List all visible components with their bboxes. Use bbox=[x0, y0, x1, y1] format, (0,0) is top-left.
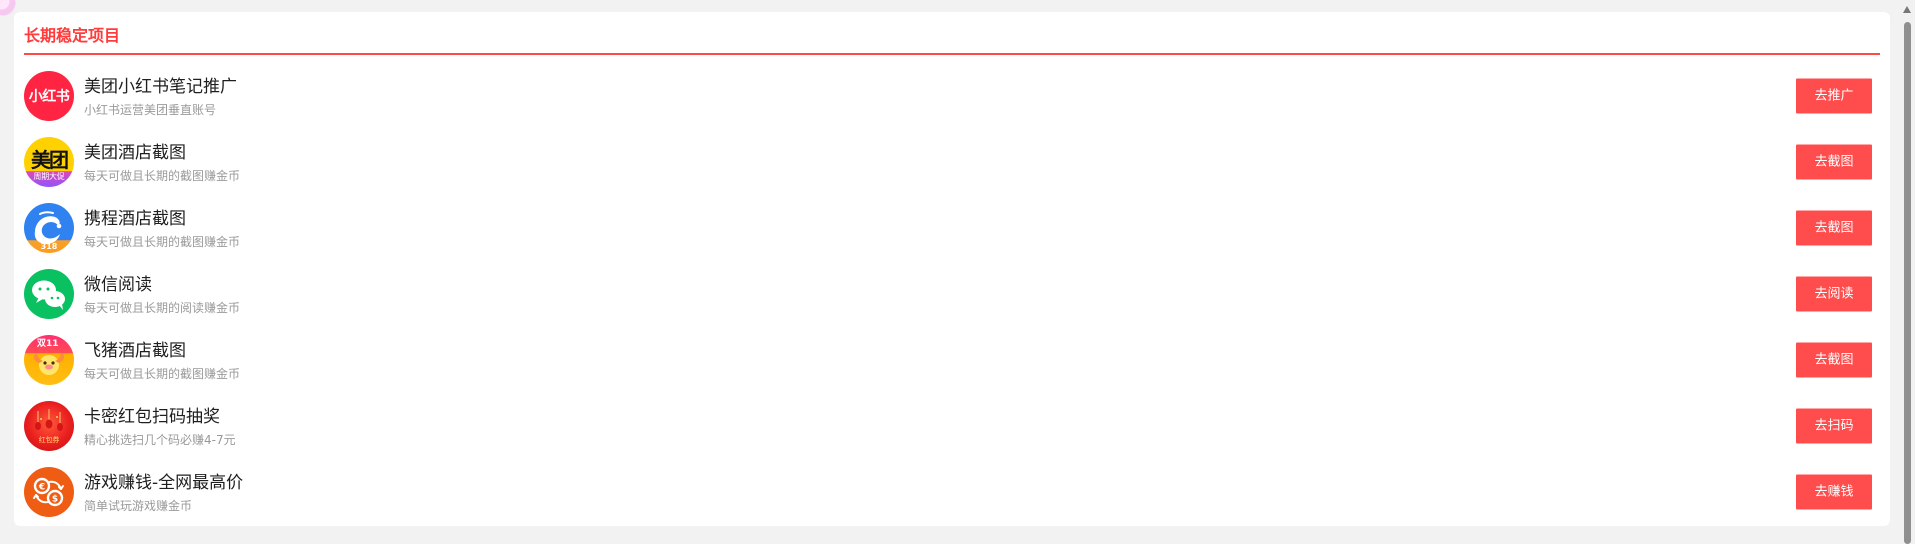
project-item-description: 精心挑选扫几个码必赚4-7元 bbox=[84, 433, 236, 447]
project-item-title: 飞猪酒店截图 bbox=[84, 341, 186, 361]
meituan-logo-subtext: 周期大促 bbox=[33, 172, 65, 181]
project-item-text: 微信阅读 每天可做且长期的阅读赚金币 bbox=[84, 271, 240, 317]
vertical-scrollbar[interactable] bbox=[1900, 0, 1915, 544]
meituan-logo-icon: 美团 周期大促 bbox=[24, 137, 74, 187]
xiaohongshu-logo-text: 小红书 bbox=[28, 89, 70, 105]
long-term-projects-card: 长期稳定项目 小红书 美团小红书笔记推广 小红书运营美团垂直账号 去推广 美团 … bbox=[14, 12, 1890, 526]
scan-button[interactable]: 去扫码 bbox=[1796, 408, 1872, 444]
svg-text:$: $ bbox=[52, 495, 58, 505]
screenshot-button[interactable]: 去截图 bbox=[1796, 144, 1872, 180]
project-item-text: 携程酒店截图 每天可做且长期的截图赚金币 bbox=[84, 205, 240, 251]
project-item-wechat-reading: 微信阅读 每天可做且长期的阅读赚金币 去阅读 bbox=[24, 261, 1880, 327]
decorative-corner-bubble bbox=[0, 0, 16, 16]
screenshot-button[interactable]: 去截图 bbox=[1796, 210, 1872, 246]
project-item-text: 卡密红包扫码抽奖 精心挑选扫几个码必赚4-7元 bbox=[84, 403, 236, 449]
scroll-up-arrow-icon[interactable] bbox=[1903, 6, 1911, 13]
project-item-description: 每天可做且长期的截图赚金币 bbox=[84, 367, 241, 381]
scrollbar-thumb[interactable] bbox=[1904, 22, 1911, 544]
project-item-description: 简单试玩游戏赚金币 bbox=[84, 499, 193, 513]
section-title: 长期稳定项目 bbox=[24, 26, 121, 45]
project-item-text: 飞猪酒店截图 每天可做且长期的截图赚金币 bbox=[84, 337, 240, 383]
project-item-title: 游戏赚钱-全网最高价 bbox=[84, 473, 244, 493]
project-item-meituan-hotel-screenshot: 美团 周期大促 美团酒店截图 每天可做且长期的截图赚金币 去截图 bbox=[24, 129, 1880, 195]
red-packet-logo-text: 红包券 bbox=[38, 436, 60, 444]
project-item-title: 卡密红包扫码抽奖 bbox=[84, 407, 220, 427]
money-exchange-logo-icon: € $ bbox=[24, 467, 74, 517]
project-item-description: 每天可做且长期的截图赚金币 bbox=[84, 235, 241, 249]
project-item-text: 美团酒店截图 每天可做且长期的截图赚金币 bbox=[84, 139, 240, 185]
red-packet-logo-icon: 红包券 bbox=[24, 401, 74, 451]
meituan-logo-text: 美团 bbox=[31, 148, 69, 172]
page: 长期稳定项目 小红书 美团小红书笔记推广 小红书运营美团垂直账号 去推广 美团 … bbox=[0, 0, 1915, 544]
ctrip-logo-badge: 318 bbox=[40, 242, 58, 251]
xiaohongshu-logo-icon: 小红书 bbox=[24, 71, 74, 121]
project-item-fliggy-hotel-screenshot: 双11 飞猪酒店截图 每天可做且长期的截图赚金币 去截图 bbox=[24, 327, 1880, 393]
promote-button[interactable]: 去推广 bbox=[1796, 78, 1872, 114]
project-item-red-packet-scan: 红包券 卡密红包扫码抽奖 精心挑选扫几个码必赚4-7元 去扫码 bbox=[24, 393, 1880, 459]
project-item-text: 游戏赚钱-全网最高价 简单试玩游戏赚金币 bbox=[84, 469, 243, 515]
project-item-ctrip-hotel-screenshot: 318 携程酒店截图 每天可做且长期的截图赚金币 去截图 bbox=[24, 195, 1880, 261]
project-item-title: 美团酒店截图 bbox=[84, 143, 186, 163]
project-item-title: 美团小红书笔记推广 bbox=[84, 77, 237, 97]
project-item-text: 美团小红书笔记推广 小红书运营美团垂直账号 bbox=[84, 73, 237, 119]
project-item-description: 每天可做且长期的截图赚金币 bbox=[84, 169, 241, 183]
section-title-divider bbox=[24, 53, 1880, 55]
project-item-xiaohongshu-promo: 小红书 美团小红书笔记推广 小红书运营美团垂直账号 去推广 bbox=[24, 63, 1880, 129]
screenshot-button[interactable]: 去截图 bbox=[1796, 342, 1872, 378]
project-list: 小红书 美团小红书笔记推广 小红书运营美团垂直账号 去推广 美团 周期大促 美团… bbox=[24, 63, 1880, 525]
project-item-description: 每天可做且长期的阅读赚金币 bbox=[84, 301, 241, 315]
svg-text:€: € bbox=[38, 483, 45, 493]
read-button[interactable]: 去阅读 bbox=[1796, 276, 1872, 312]
project-item-description: 小红书运营美团垂直账号 bbox=[84, 103, 217, 117]
wechat-logo-icon bbox=[24, 269, 74, 319]
earn-money-button[interactable]: 去赚钱 bbox=[1796, 474, 1872, 510]
project-item-game-earning: € $ 游戏赚钱-全网最高价 简单试玩游戏赚金币 去赚钱 bbox=[24, 459, 1880, 525]
project-item-title: 微信阅读 bbox=[84, 275, 152, 295]
ctrip-logo-icon: 318 bbox=[24, 203, 74, 253]
project-item-title: 携程酒店截图 bbox=[84, 209, 186, 229]
fliggy-logo-icon: 双11 bbox=[24, 335, 74, 385]
